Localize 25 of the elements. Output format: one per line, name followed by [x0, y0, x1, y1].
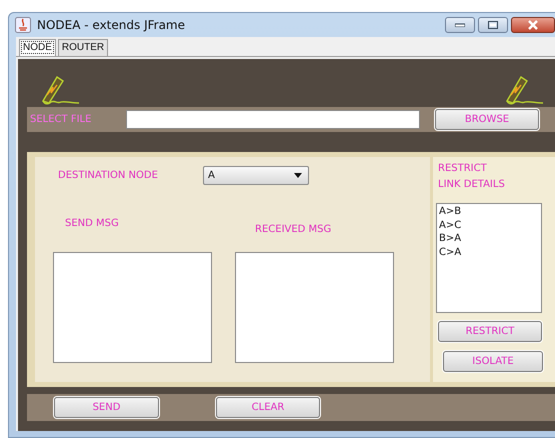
tab[interactable]: ROUTER [58, 39, 108, 56]
maximize-icon [488, 21, 498, 29]
java-icon [15, 17, 31, 33]
window-title: NODEA - extends JFrame [37, 18, 185, 32]
received-msg-label: RECEIVED MSG [255, 224, 332, 235]
minimize-icon [455, 23, 465, 27]
destination-dropdown[interactable]: A [203, 166, 309, 185]
tab[interactable]: NODE [19, 39, 56, 56]
minimize-button[interactable] [445, 17, 475, 33]
link-item[interactable]: A>C [439, 218, 539, 232]
file-path-field[interactable] [126, 110, 420, 129]
close-button[interactable] [511, 17, 555, 33]
restrict-title: LINK DETAILS [438, 178, 506, 192]
send-msg-label: SEND MSG [65, 218, 120, 229]
restrict-title: RESTRICT [438, 162, 488, 176]
send-message-field[interactable] [53, 252, 212, 363]
link-item[interactable]: B>A [439, 232, 539, 246]
link-item[interactable]: C>A [439, 246, 539, 259]
caret-icon [294, 173, 302, 178]
link-item[interactable]: A>B [439, 205, 539, 218]
close-icon [527, 20, 539, 30]
select-file-label: SELECT FILE [29, 114, 92, 125]
destination-label: DESTINATION NODE [58, 170, 159, 181]
received-message-field[interactable] [235, 252, 394, 363]
maximize-button[interactable] [478, 17, 508, 33]
